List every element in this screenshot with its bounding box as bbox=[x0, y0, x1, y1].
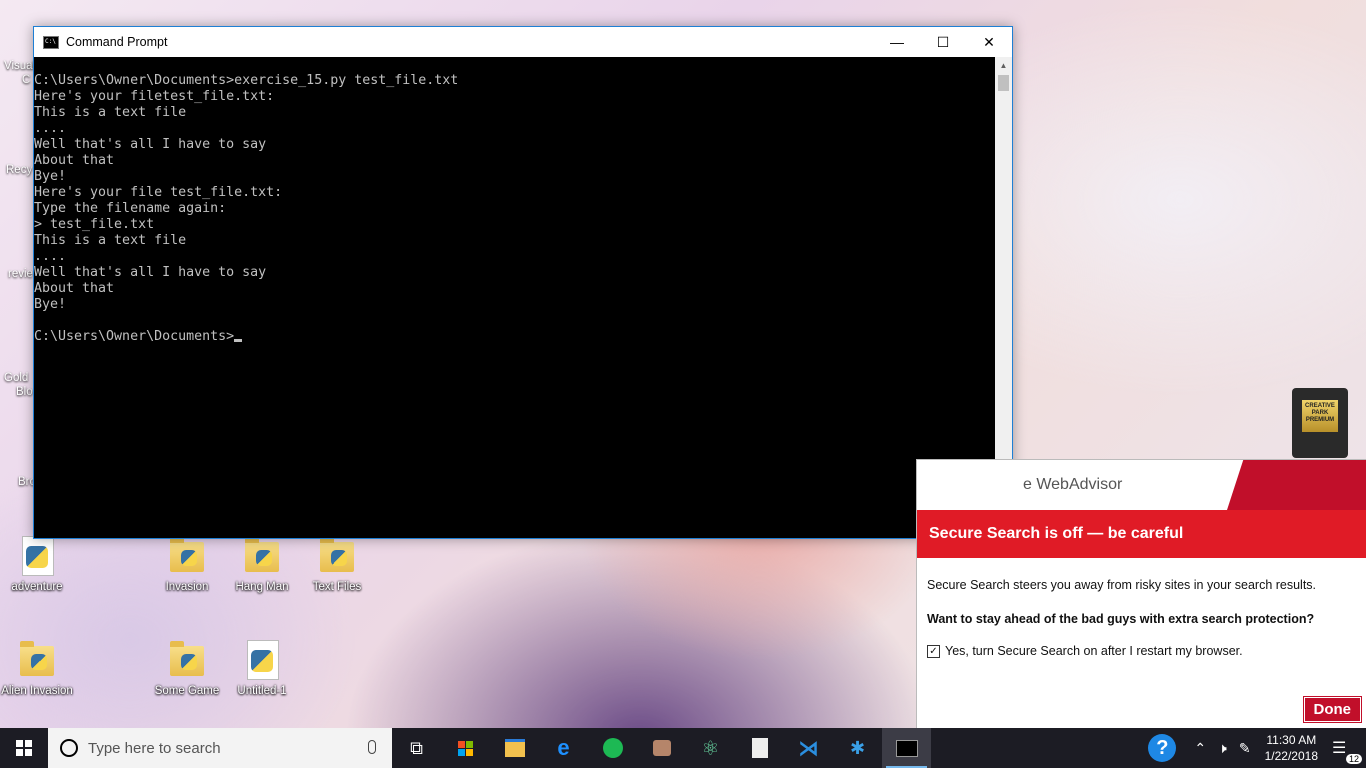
command-prompt-window[interactable]: Command Prompt — ☐ ✕ C:\Users\Owner\Docu… bbox=[33, 26, 1013, 539]
folder-icon bbox=[242, 534, 282, 576]
vscode-icon[interactable]: ⋊ bbox=[784, 728, 833, 768]
console-line: Type the filename again: bbox=[34, 201, 227, 216]
taskbar: Type here to search ⧉ e ⚛ ⋊ ✱ ? ⌃ 🕨 ✎ 11… bbox=[0, 728, 1366, 768]
clock-time: 11:30 AM bbox=[1266, 733, 1317, 747]
desktop-icon-label: Some Game bbox=[154, 685, 220, 697]
checkbox[interactable]: ✓ bbox=[927, 644, 940, 658]
console-line: Bye! bbox=[34, 297, 67, 312]
console-line: .... bbox=[34, 249, 67, 264]
question-text: Want to stay ahead of the bad guys with … bbox=[927, 612, 1315, 626]
desktop-icon-label: Text Files bbox=[312, 581, 362, 593]
console-line: This is a text file bbox=[34, 105, 187, 120]
desktop-icon-adventure[interactable]: adventure bbox=[0, 534, 74, 595]
console-line: Here's your file test_file.txt: bbox=[34, 185, 283, 200]
start-button[interactable] bbox=[0, 728, 48, 768]
console-line: Well that's all I have to say bbox=[34, 137, 267, 152]
python-editor-icon[interactable] bbox=[735, 728, 784, 768]
store-icon[interactable] bbox=[441, 728, 490, 768]
desktop-icon-label: Alien Invasion bbox=[1, 685, 73, 697]
brand-stripe bbox=[1227, 460, 1366, 510]
window-title: Command Prompt bbox=[66, 35, 168, 49]
console-line: Well that's all I have to say bbox=[34, 265, 267, 280]
notification-center-icon[interactable]: ☰ 12 bbox=[1332, 738, 1362, 764]
desktop-icon-partial-label: Blo bbox=[16, 386, 33, 398]
desktop-icon-partial-label: C bbox=[22, 74, 31, 86]
creative-park-tile[interactable]: CREATIVE PARK PREMIUM bbox=[1292, 388, 1348, 458]
console-line: Bye! bbox=[34, 169, 67, 184]
desktop-icon-text-files[interactable]: Text Files bbox=[300, 534, 374, 595]
secure-search-checkbox-row[interactable]: ✓ Yes, turn Secure Search on after I res… bbox=[927, 644, 1357, 658]
desktop-icon-invasion[interactable]: Invasion bbox=[150, 534, 224, 595]
desktop-icon-untitled-1[interactable]: Untitled-1 bbox=[225, 638, 299, 699]
folder-icon bbox=[167, 534, 207, 576]
console-line: Here's your filetest_file.txt: bbox=[34, 89, 275, 104]
console-line: .... bbox=[34, 121, 67, 136]
description-text: Secure Search steers you away from risky… bbox=[927, 578, 1317, 592]
task-view-icon[interactable]: ⧉ bbox=[392, 728, 441, 768]
clock-date: 1/22/2018 bbox=[1264, 749, 1318, 763]
atom-icon[interactable]: ⚛ bbox=[686, 728, 735, 768]
console-output[interactable]: C:\Users\Owner\Documents>exercise_15.py … bbox=[34, 57, 995, 538]
console-line: About that bbox=[34, 281, 115, 296]
desktop-icon-partial-label: Visual bbox=[4, 60, 36, 72]
desktop-icon-partial-label: Recy bbox=[6, 164, 33, 176]
folder-icon bbox=[317, 534, 357, 576]
file-explorer-icon[interactable] bbox=[490, 728, 539, 768]
maximize-button[interactable]: ☐ bbox=[920, 27, 966, 57]
console-line: C:\Users\Owner\Documents>exercise_15.py … bbox=[34, 73, 459, 88]
console-prompt: C:\Users\Owner\Documents> bbox=[34, 329, 235, 344]
game-icon[interactable] bbox=[637, 728, 686, 768]
creative-park-label: CREATIVE PARK PREMIUM bbox=[1302, 400, 1338, 432]
title-bar[interactable]: Command Prompt — ☐ ✕ bbox=[34, 27, 1012, 57]
desktop-icon-label: Hang Man bbox=[235, 581, 289, 593]
pen-icon[interactable]: ✎ bbox=[1239, 740, 1251, 757]
chevron-up-icon[interactable]: ⌃ bbox=[1194, 740, 1206, 757]
clock[interactable]: 11:30 AM 1/22/2018 bbox=[1265, 732, 1318, 764]
microphone-icon[interactable] bbox=[368, 740, 376, 754]
desktop-icon-partial-label: revie bbox=[8, 268, 33, 280]
desktop-icon-label: Untitled-1 bbox=[237, 685, 287, 697]
checkbox-label: Yes, turn Secure Search on after I resta… bbox=[945, 644, 1243, 658]
folder-icon bbox=[167, 638, 207, 680]
text-cursor bbox=[234, 339, 243, 342]
minimize-button[interactable]: — bbox=[874, 27, 920, 57]
search-box[interactable]: Type here to search bbox=[48, 728, 392, 768]
spotify-icon[interactable] bbox=[588, 728, 637, 768]
desktop-icon-alien-invasion[interactable]: Alien Invasion bbox=[0, 638, 74, 699]
desktop-icon-label: adventure bbox=[11, 581, 63, 593]
help-icon[interactable]: ? bbox=[1148, 734, 1177, 762]
command-prompt-taskbar-icon[interactable] bbox=[882, 728, 931, 768]
desktop-icon-some-game[interactable]: Some Game bbox=[150, 638, 224, 699]
close-button[interactable]: ✕ bbox=[966, 27, 1012, 57]
app-icon[interactable]: ✱ bbox=[833, 728, 882, 768]
desktop-icon-partial-label: Gold bbox=[4, 372, 29, 384]
done-button[interactable]: Done bbox=[1302, 696, 1362, 723]
desktop-icon-label: Invasion bbox=[165, 581, 209, 593]
cortana-icon bbox=[60, 739, 78, 757]
console-line: This is a text file bbox=[34, 233, 187, 248]
console-line: About that bbox=[34, 153, 115, 168]
python-file-icon bbox=[242, 638, 282, 680]
desktop-icon-hang-man[interactable]: Hang Man bbox=[225, 534, 299, 595]
edge-icon[interactable]: e bbox=[539, 728, 588, 768]
python-file-icon bbox=[17, 534, 57, 576]
windows-logo-icon bbox=[16, 740, 32, 756]
folder-icon bbox=[17, 638, 57, 680]
system-tray: ? ⌃ 🕨 ✎ 11:30 AM 1/22/2018 ☰ 12 bbox=[1148, 728, 1366, 768]
warning-banner: Secure Search is off — be careful bbox=[917, 510, 1366, 558]
webadvisor-brand: e WebAdvisor bbox=[1023, 476, 1123, 493]
webadvisor-popup: e WebAdvisor Secure Search is off — be c… bbox=[916, 459, 1366, 729]
search-placeholder: Type here to search bbox=[88, 739, 221, 757]
notification-count: 12 bbox=[1345, 754, 1362, 764]
scroll-up-arrow-icon[interactable]: ▲ bbox=[995, 57, 1012, 74]
scroll-thumb[interactable] bbox=[998, 75, 1009, 91]
console-line: > test_file.txt bbox=[34, 217, 155, 232]
cmd-app-icon bbox=[43, 35, 59, 49]
volume-muted-icon[interactable]: 🕨 bbox=[1218, 740, 1227, 757]
